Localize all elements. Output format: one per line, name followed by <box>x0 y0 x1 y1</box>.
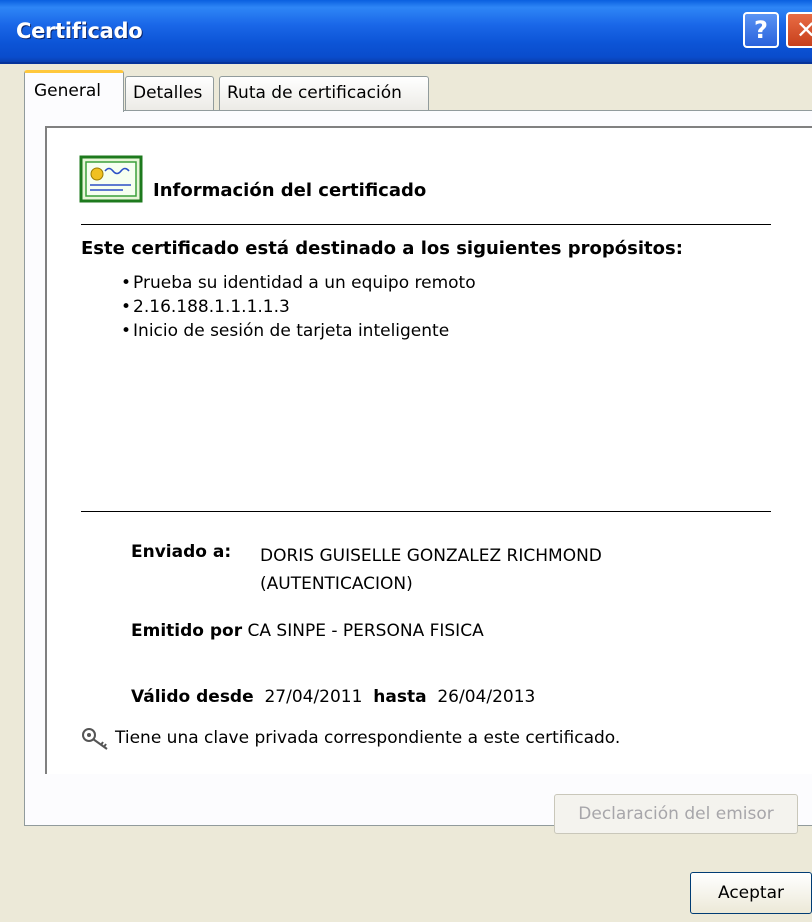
window-title: Certificado <box>16 19 143 43</box>
certificate-info-heading: Información del certificado <box>153 180 427 201</box>
purposes-title: Este certificado está destinado a los si… <box>81 238 683 259</box>
divider-top <box>81 224 771 225</box>
certificate-info-box: Información del certificado Este certifi… <box>45 126 812 774</box>
tab-detalles[interactable]: Detalles <box>125 76 214 110</box>
private-key-note: Tiene una clave privada correspondiente … <box>115 728 621 748</box>
title-bar[interactable]: Certificado ? ✕ <box>0 0 812 64</box>
issued-to-label: Enviado a: <box>131 542 232 562</box>
help-button[interactable]: ? <box>743 12 779 48</box>
validity-row: Válido desde 27/04/2011 hasta 26/04/2013 <box>131 687 536 707</box>
certificate-icon <box>79 155 143 203</box>
help-icon: ? <box>754 16 768 44</box>
purpose-item: • 2.16.188.1.1.1.1.3 <box>121 297 290 317</box>
purpose-item: • Inicio de sesión de tarjeta inteligente <box>121 321 450 341</box>
ok-button[interactable]: Aceptar <box>690 872 812 914</box>
key-icon <box>82 728 108 750</box>
general-tab-panel: Información del certificado Este certifi… <box>24 110 812 826</box>
close-button[interactable]: ✕ <box>786 12 812 48</box>
purposes-list: • Prueba su identidad a un equipo remoto … <box>121 271 476 343</box>
divider-bottom <box>81 511 771 512</box>
tab-ruta-certificacion[interactable]: Ruta de certificación <box>219 76 429 110</box>
issued-by-row: Emitido por CA SINPE - PERSONA FISICA <box>131 621 484 641</box>
tab-general[interactable]: General <box>24 70 124 112</box>
issued-to-value: DORIS GUISELLE GONZALEZ RICHMOND (AUTENT… <box>260 546 602 594</box>
purpose-item: • Prueba su identidad a un equipo remoto <box>121 273 476 293</box>
issuer-statement-button[interactable]: Declaración del emisor <box>554 794 798 834</box>
close-icon: ✕ <box>795 16 812 44</box>
